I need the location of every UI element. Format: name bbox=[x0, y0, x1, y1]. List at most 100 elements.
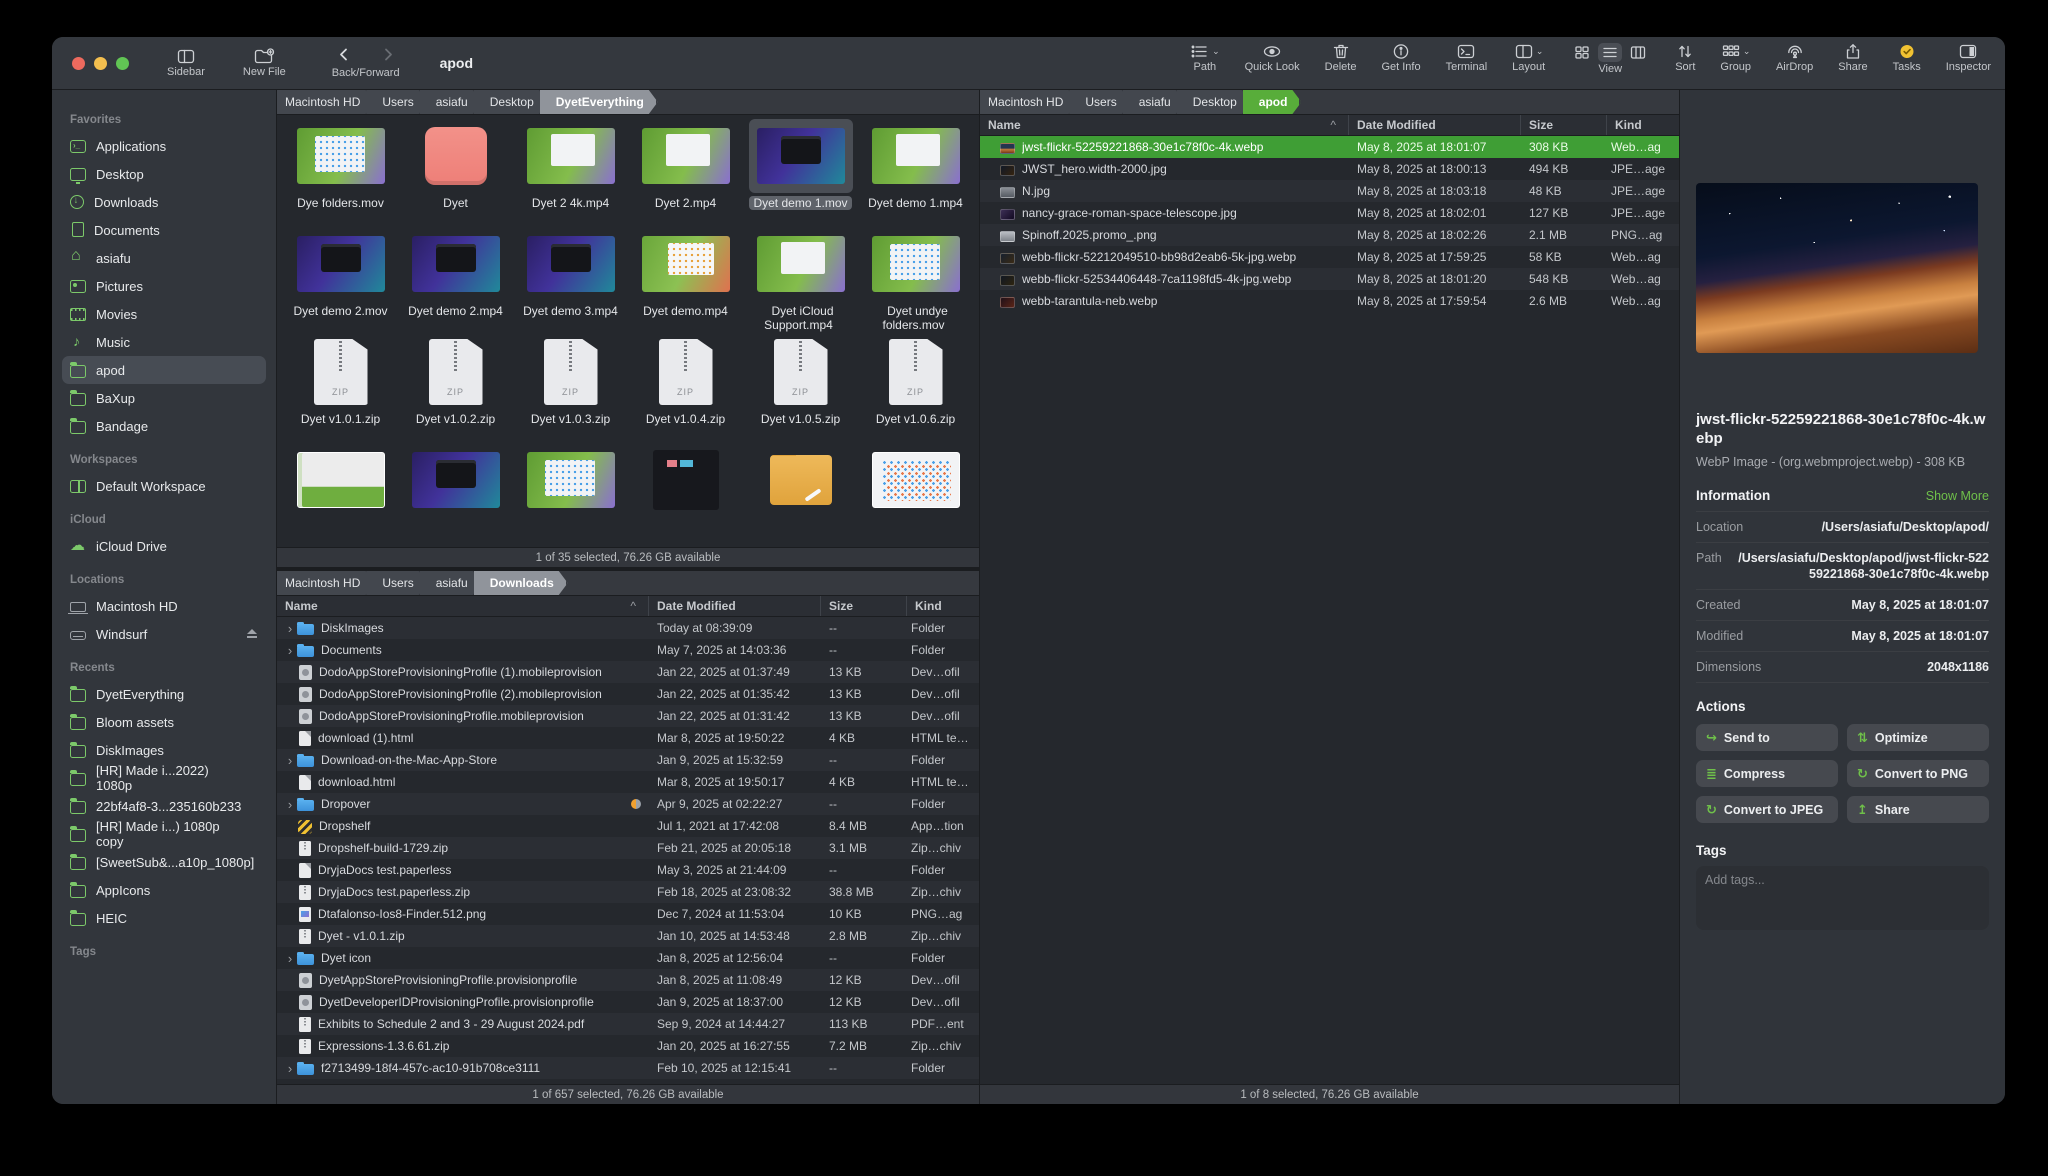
column-header-size[interactable]: Size bbox=[821, 596, 907, 616]
breadcrumb-item[interactable]: Users bbox=[366, 571, 427, 595]
airdrop-button[interactable]: AirDrop bbox=[1776, 43, 1813, 73]
column-header-kind[interactable]: Kind bbox=[1607, 118, 1679, 132]
column-header-size[interactable]: Size bbox=[1521, 115, 1607, 135]
grid-file[interactable]: Dyet v1.0.3.zip bbox=[513, 335, 628, 443]
file-row[interactable]: download (1).html Mar 8, 2025 at 19:50:2… bbox=[277, 727, 979, 749]
sidebar-item[interactable]: AppIcons bbox=[62, 876, 266, 904]
file-row[interactable]: Dropshelf-build-1729.zip Feb 21, 2025 at… bbox=[277, 837, 979, 859]
file-row[interactable]: Spinoff.2025.promo_.png May 8, 2025 at 1… bbox=[980, 224, 1679, 246]
grid-file[interactable]: Dyet demo 2.mov bbox=[283, 227, 398, 335]
file-row[interactable]: DryjaDocs test.paperless May 3, 2025 at … bbox=[277, 859, 979, 881]
group-button[interactable]: ⌄ Group bbox=[1720, 43, 1751, 73]
tags-input[interactable]: Add tags... bbox=[1696, 866, 1989, 930]
grid-file[interactable]: Dyet demo 1.mov bbox=[743, 119, 858, 227]
column-header-date[interactable]: Date Modified bbox=[649, 596, 821, 616]
file-row[interactable]: › Documents May 7, 2025 at 14:03:36 -- F… bbox=[277, 639, 979, 661]
sidebar-item[interactable]: HEIC bbox=[62, 904, 266, 932]
file-row[interactable]: Exhibits to Schedule 2 and 3 - 29 August… bbox=[277, 1013, 979, 1035]
minimize-window-button[interactable] bbox=[94, 57, 107, 70]
file-row[interactable]: webb-tarantula-neb.webp May 8, 2025 at 1… bbox=[980, 290, 1679, 312]
breadcrumb-item[interactable]: Macintosh HD bbox=[277, 90, 374, 114]
disclosure-chevron-icon[interactable]: › bbox=[283, 622, 297, 635]
breadcrumb-item[interactable]: DyetEverything bbox=[540, 90, 658, 114]
file-row[interactable]: DyetDeveloperIDProvisioningProfile.provi… bbox=[277, 991, 979, 1013]
grid-file[interactable] bbox=[398, 443, 513, 547]
sidebar-item[interactable]: Bandage bbox=[62, 412, 266, 440]
file-row[interactable]: jwst-flickr-52259221868-30e1c78f0c-4k.we… bbox=[980, 136, 1679, 158]
grid-file[interactable]: Dyet v1.0.5.zip bbox=[743, 335, 858, 443]
sidebar-item[interactable]: Movies bbox=[62, 300, 266, 328]
delete-button[interactable]: Delete bbox=[1325, 43, 1357, 73]
action-button[interactable]: ↻ Convert to JPEG bbox=[1696, 796, 1838, 823]
sidebar-item[interactable]: asiafu bbox=[62, 244, 266, 272]
sidebar-item[interactable]: Macintosh HD bbox=[62, 592, 266, 620]
grid-file[interactable] bbox=[628, 443, 743, 547]
sidebar-item[interactable]: [HR] Made i...) 1080p copy bbox=[62, 820, 266, 848]
preview-image[interactable] bbox=[1696, 183, 1978, 353]
grid-file[interactable]: Dyet 2.mp4 bbox=[628, 119, 743, 227]
file-row[interactable]: DodoAppStoreProvisioningProfile.mobilepr… bbox=[277, 705, 979, 727]
sidebar-toggle-button[interactable]: Sidebar bbox=[167, 48, 205, 78]
grid-file[interactable]: Dyet bbox=[398, 119, 513, 227]
disclosure-chevron-icon[interactable]: › bbox=[283, 1062, 297, 1075]
disclosure-chevron-icon[interactable]: › bbox=[283, 754, 297, 767]
file-row[interactable]: DryjaDocs test.paperless.zip Feb 18, 202… bbox=[277, 881, 979, 903]
file-row[interactable]: Dropshelf Jul 1, 2021 at 17:42:08 8.4 MB… bbox=[277, 815, 979, 837]
share-button[interactable]: Share bbox=[1838, 43, 1867, 73]
file-row[interactable]: › DiskImages Today at 08:39:09 -- Folder bbox=[277, 617, 979, 639]
forward-button[interactable] bbox=[383, 47, 394, 67]
breadcrumb-item[interactable]: asiafu bbox=[420, 90, 482, 114]
eject-icon[interactable] bbox=[246, 629, 258, 640]
breadcrumb-item[interactable]: Macintosh HD bbox=[277, 571, 374, 595]
sidebar-item[interactable]: Default Workspace bbox=[62, 472, 266, 500]
column-header-kind[interactable]: Kind bbox=[907, 599, 979, 613]
show-more-link[interactable]: Show More bbox=[1926, 489, 1989, 503]
disclosure-chevron-icon[interactable]: › bbox=[283, 644, 297, 657]
breadcrumb-item[interactable]: Desktop bbox=[1177, 90, 1251, 114]
sidebar-item[interactable]: DyetEverything bbox=[62, 680, 266, 708]
breadcrumb-item[interactable]: asiafu bbox=[420, 571, 482, 595]
sidebar-item[interactable]: iCloud Drive bbox=[62, 532, 266, 560]
zoom-window-button[interactable] bbox=[116, 57, 129, 70]
grid-file[interactable]: Dyet demo 3.mp4 bbox=[513, 227, 628, 335]
action-button[interactable]: ↻ Convert to PNG bbox=[1847, 760, 1989, 787]
sidebar-item[interactable]: 22bf4af8-3...235160b233 bbox=[62, 792, 266, 820]
breadcrumb-item[interactable]: Users bbox=[1069, 90, 1130, 114]
view-grid-button[interactable] bbox=[1570, 43, 1594, 62]
close-window-button[interactable] bbox=[72, 57, 85, 70]
file-row[interactable]: webb-flickr-52534406448-7ca1198fd5-4k-jp… bbox=[980, 268, 1679, 290]
sidebar-item[interactable]: Pictures bbox=[62, 272, 266, 300]
get-info-button[interactable]: Get Info bbox=[1381, 43, 1420, 73]
file-row[interactable]: › f2713499-18f4-457c-ac10-91b708ce3111 F… bbox=[277, 1057, 979, 1079]
file-row[interactable]: download.html Mar 8, 2025 at 19:50:17 4 … bbox=[277, 771, 979, 793]
sort-button[interactable]: Sort bbox=[1675, 43, 1695, 73]
file-row[interactable]: Dyet - v1.0.1.zip Jan 10, 2025 at 14:53:… bbox=[277, 925, 979, 947]
view-list-button[interactable] bbox=[1598, 43, 1622, 62]
grid-file[interactable]: Dyet demo.mp4 bbox=[628, 227, 743, 335]
breadcrumb-item[interactable]: apod bbox=[1243, 90, 1302, 114]
action-button[interactable]: ↪ Send to bbox=[1696, 724, 1838, 751]
sidebar-item[interactable]: Applications bbox=[62, 132, 266, 160]
terminal-button[interactable]: Terminal bbox=[1446, 43, 1488, 73]
file-row[interactable]: JWST_hero.width-2000.jpg May 8, 2025 at … bbox=[980, 158, 1679, 180]
grid-file[interactable] bbox=[283, 443, 398, 547]
breadcrumb-item[interactable]: Desktop bbox=[474, 90, 548, 114]
breadcrumb-item[interactable]: Users bbox=[366, 90, 427, 114]
grid-file[interactable]: Dyet demo 1.mp4 bbox=[858, 119, 973, 227]
action-button[interactable]: ⇅ Optimize bbox=[1847, 724, 1989, 751]
breadcrumb-item[interactable]: asiafu bbox=[1123, 90, 1185, 114]
sidebar-item[interactable]: BaXup bbox=[62, 384, 266, 412]
sidebar-item[interactable]: Bloom assets bbox=[62, 708, 266, 736]
column-header-name[interactable]: Name^ bbox=[277, 596, 649, 616]
sidebar-item[interactable]: [HR] Made i...2022) 1080p bbox=[62, 764, 266, 792]
disclosure-chevron-icon[interactable]: › bbox=[283, 952, 297, 965]
file-row[interactable]: › Download-on-the-Mac-App-Store Jan 9, 2… bbox=[277, 749, 979, 771]
file-row[interactable]: DyetAppStoreProvisioningProfile.provisio… bbox=[277, 969, 979, 991]
new-file-button[interactable]: New File bbox=[243, 48, 286, 78]
grid-file[interactable]: Dyet v1.0.2.zip bbox=[398, 335, 513, 443]
sidebar-item[interactable]: Documents bbox=[62, 216, 266, 244]
grid-file[interactable]: Dye folders.mov bbox=[283, 119, 398, 227]
file-row[interactable]: nancy-grace-roman-space-telescope.jpg Ma… bbox=[980, 202, 1679, 224]
file-row[interactable]: DodoAppStoreProvisioningProfile (1).mobi… bbox=[277, 661, 979, 683]
grid-file[interactable]: Dyet undye folders.mov bbox=[858, 227, 973, 335]
